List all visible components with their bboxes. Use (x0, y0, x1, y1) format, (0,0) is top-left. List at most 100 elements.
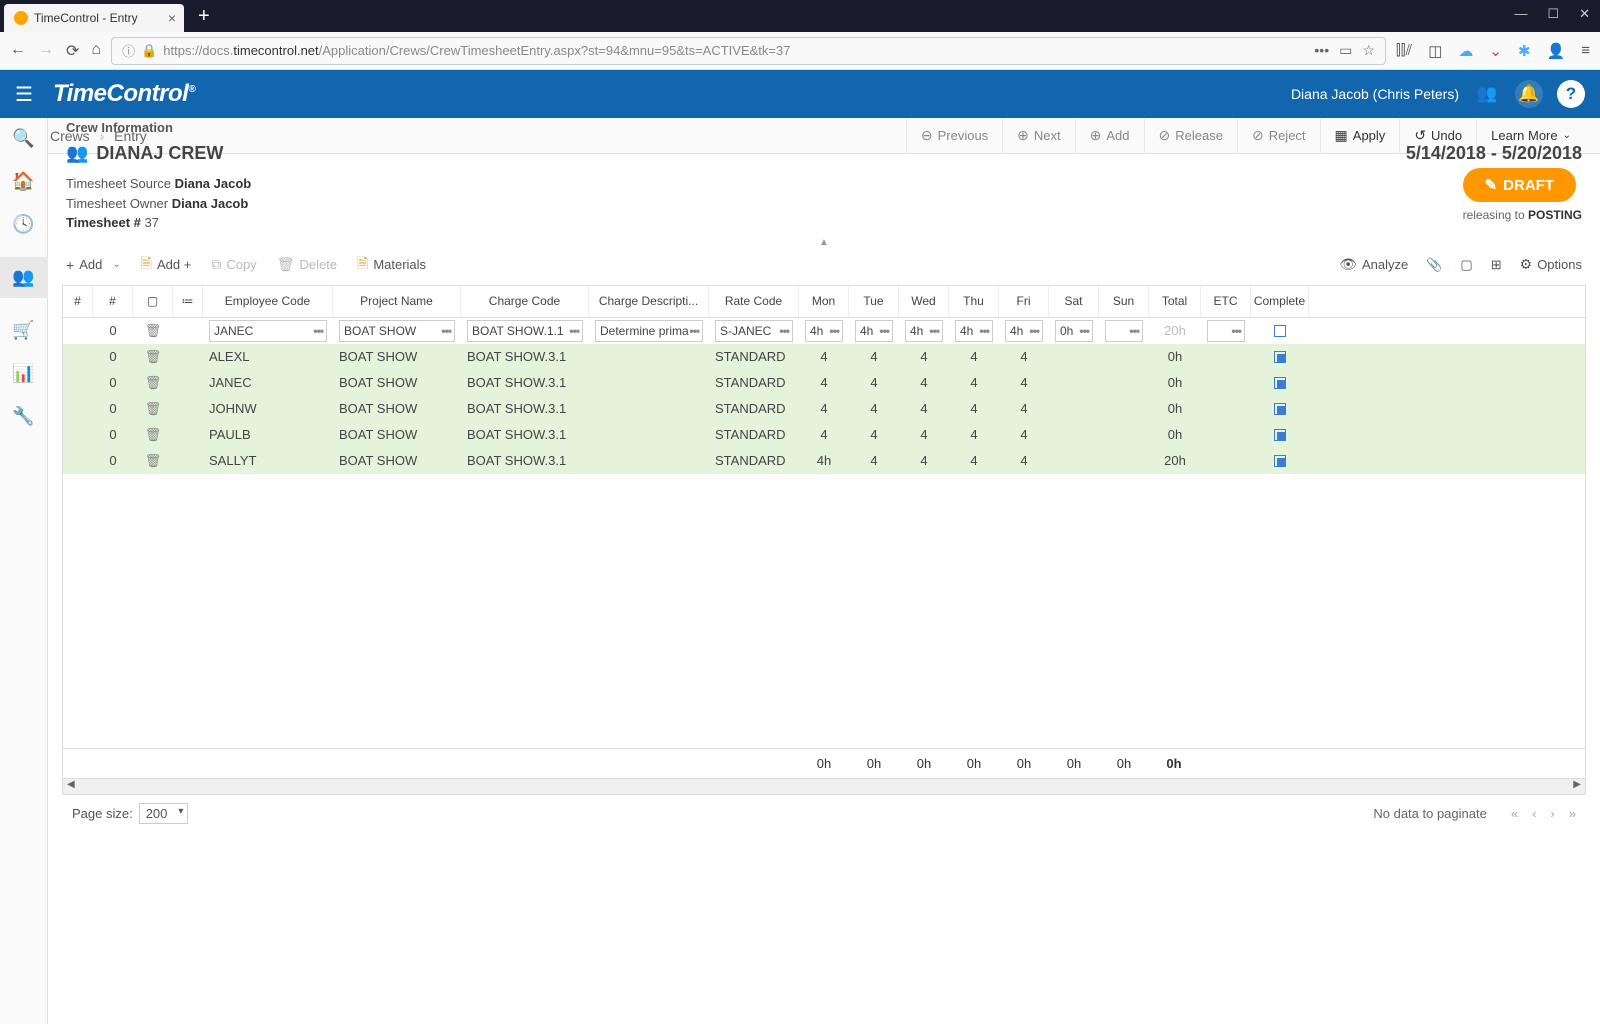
checkbox-icon[interactable] (1274, 325, 1286, 337)
row-complete[interactable] (1251, 318, 1309, 344)
row-delete[interactable]: 🗑 (133, 448, 173, 474)
tb-analyze[interactable]: 👁Analyze (1339, 256, 1408, 273)
row-sat[interactable] (1049, 396, 1099, 422)
row-charge[interactable]: BOAT SHOW.3.1 (461, 344, 589, 370)
col-wed[interactable]: Wed (899, 286, 949, 317)
new-tab-icon[interactable]: + (198, 5, 210, 28)
forward-icon[interactable]: → (38, 41, 54, 61)
row-rate[interactable]: STANDARD (709, 448, 799, 474)
bell-icon[interactable]: 🔔 (1515, 80, 1543, 108)
row-desc[interactable]: Determine prima••• (589, 318, 709, 344)
menu-icon[interactable]: ≡ (1581, 42, 1590, 59)
page-last-icon[interactable]: » (1569, 806, 1576, 821)
table-row[interactable]: 0🗑JOHNWBOAT SHOWBOAT SHOW.3.1STANDARD444… (63, 396, 1585, 422)
tb-add-plus[interactable]: 🗎Add + (141, 253, 192, 277)
note-icon[interactable]: ▢ (1460, 257, 1472, 273)
row-fri[interactable]: 4 (999, 448, 1049, 474)
row-rate[interactable]: STANDARD (709, 422, 799, 448)
close-tab-icon[interactable]: × (168, 10, 176, 26)
browser-tab[interactable]: TimeControl - Entry × (4, 4, 184, 32)
row-wed[interactable]: 4 (899, 448, 949, 474)
row-tue[interactable]: 4 (849, 344, 899, 370)
row-charge[interactable]: BOAT SHOW.3.1 (461, 448, 589, 474)
row-fri[interactable]: 4 (999, 370, 1049, 396)
tb-add-chevron[interactable]: ⌄ (112, 259, 120, 270)
home-icon[interactable]: ⌂ (91, 41, 101, 61)
row-desc-input[interactable]: Determine prima••• (595, 320, 703, 342)
row-delete[interactable]: 🗑 (133, 318, 173, 344)
col-charge[interactable]: Charge Code (461, 286, 589, 317)
row-complete[interactable] (1251, 448, 1309, 474)
row-mon[interactable]: 4h••• (799, 318, 849, 344)
row-mon[interactable]: 4 (799, 370, 849, 396)
row-tue[interactable]: 4 (849, 448, 899, 474)
row-fri[interactable]: 4 (999, 396, 1049, 422)
col-note-icon[interactable]: ▢ (133, 286, 173, 317)
col-hash2[interactable]: # (93, 286, 133, 317)
table-row[interactable]: 0🗑JANEC•••BOAT SHOW•••BOAT SHOW.1.1•••De… (63, 318, 1585, 344)
page-first-icon[interactable]: « (1511, 806, 1518, 821)
page-next-icon[interactable]: › (1550, 806, 1554, 821)
reader-icon[interactable]: ▭ (1339, 42, 1352, 59)
row-thu[interactable]: 4h••• (949, 318, 999, 344)
row-sun[interactable] (1099, 448, 1149, 474)
row-fri[interactable]: 4 (999, 344, 1049, 370)
tb-delete[interactable]: 🗑Delete (277, 256, 337, 273)
tb-materials[interactable]: 🗎Materials (357, 253, 426, 277)
row-etc[interactable] (1201, 422, 1251, 448)
minimize-icon[interactable]: — (1514, 6, 1527, 22)
checkbox-icon[interactable] (1274, 403, 1286, 415)
row-employee-input[interactable]: JANEC••• (209, 320, 327, 342)
reload-icon[interactable]: ⟳ (66, 41, 79, 61)
extension-icon[interactable]: ✱ (1518, 42, 1531, 60)
row-desc[interactable] (589, 370, 709, 396)
row-etc[interactable] (1201, 370, 1251, 396)
row-project[interactable]: BOAT SHOW (333, 344, 461, 370)
row-tue[interactable]: 4h••• (849, 318, 899, 344)
row-charge[interactable]: BOAT SHOW.3.1 (461, 422, 589, 448)
library-icon[interactable]: ⫿⫿⫽ (1396, 42, 1412, 59)
row-delete[interactable]: 🗑 (133, 396, 173, 422)
attachment-icon[interactable]: 📎 (1426, 257, 1442, 273)
row-mon[interactable]: 4 (799, 344, 849, 370)
row-project-input[interactable]: BOAT SHOW••• (339, 320, 455, 342)
col-total[interactable]: Total (1149, 286, 1201, 317)
row-rate[interactable]: STANDARD (709, 344, 799, 370)
row-charge-input[interactable]: BOAT SHOW.1.1••• (467, 320, 583, 342)
info-icon[interactable]: ⓘ (122, 41, 135, 60)
page-size-select[interactable]: 200 (139, 803, 189, 824)
cart-rail-icon[interactable]: 🛒 (0, 320, 48, 341)
search-rail-icon[interactable]: 🔍 (0, 128, 48, 149)
col-employee[interactable]: Employee Code (203, 286, 333, 317)
col-desc[interactable]: Charge Descripti... (589, 286, 709, 317)
row-mon-input[interactable]: 4h••• (805, 320, 843, 342)
user-label[interactable]: Diana Jacob (Chris Peters) (1291, 86, 1459, 102)
table-row[interactable]: 0🗑JANECBOAT SHOWBOAT SHOW.3.1STANDARD444… (63, 370, 1585, 396)
col-thu[interactable]: Thu (949, 286, 999, 317)
row-delete[interactable]: 🗑 (133, 422, 173, 448)
row-charge[interactable]: BOAT SHOW.1.1••• (461, 318, 589, 344)
col-tue[interactable]: Tue (849, 286, 899, 317)
row-employee[interactable]: JOHNW (203, 396, 333, 422)
cloud-icon[interactable]: ☁ (1458, 42, 1473, 60)
collapse-icon[interactable]: ▲ (58, 237, 1590, 245)
row-employee[interactable]: JANEC (203, 370, 333, 396)
row-etc-input[interactable]: ••• (1207, 320, 1245, 342)
col-etc[interactable]: ETC (1201, 286, 1251, 317)
hamburger-icon[interactable]: ☰ (15, 82, 33, 107)
row-wed[interactable]: 4h••• (899, 318, 949, 344)
row-rate[interactable]: STANDARD (709, 370, 799, 396)
row-sat[interactable] (1049, 370, 1099, 396)
row-sun-input[interactable]: ••• (1105, 320, 1143, 342)
checkbox-icon[interactable] (1274, 429, 1286, 441)
row-employee[interactable]: PAULB (203, 422, 333, 448)
row-sat[interactable]: 0h••• (1049, 318, 1099, 344)
row-thu[interactable]: 4 (949, 370, 999, 396)
more-icon[interactable]: ••• (1314, 42, 1329, 59)
table-row[interactable]: 0🗑SALLYTBOAT SHOWBOAT SHOW.3.1STANDARD4h… (63, 448, 1585, 474)
col-rate[interactable]: Rate Code (709, 286, 799, 317)
row-etc[interactable] (1201, 344, 1251, 370)
row-sat[interactable] (1049, 344, 1099, 370)
trash-icon[interactable]: 🗑 (145, 401, 162, 417)
page-prev-icon[interactable]: ‹ (1532, 806, 1536, 821)
